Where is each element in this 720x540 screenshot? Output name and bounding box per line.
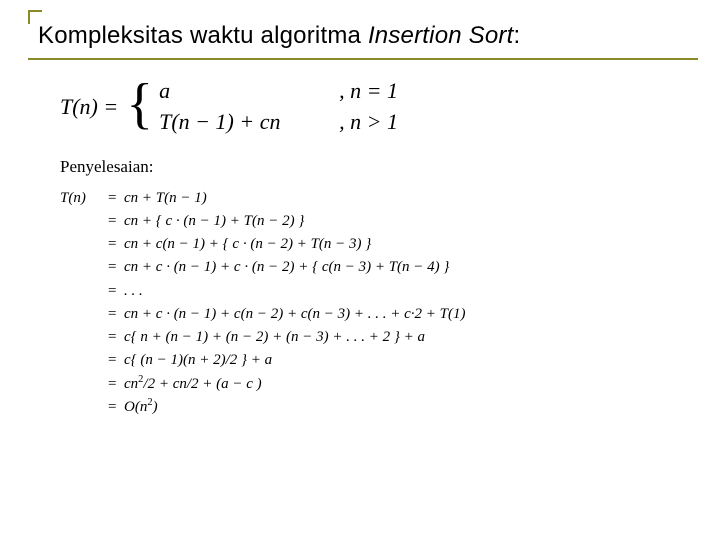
deriv-rhs: cn + c · (n − 1) + c · (n − 2) + { c(n −… <box>124 256 449 279</box>
deriv-row: = O(n2) <box>60 396 680 419</box>
deriv-rhs: cn + { c · (n − 1) + T(n − 2) } <box>124 210 304 233</box>
deriv-row: = cn + c(n − 1) + { c · (n − 2) + T(n − … <box>60 233 680 256</box>
deriv-rhs: c{ (n − 1)(n + 2)/2 } + a <box>124 349 272 372</box>
case-cond: , n > 1 <box>339 109 398 134</box>
deriv-row: T(n) = cn + T(n − 1) <box>60 187 680 210</box>
case-expr: T(n − 1) + cn <box>159 109 339 134</box>
brace-icon: { <box>126 79 153 129</box>
deriv-rhs-squared: cn2/2 + cn/2 + (a − c ) <box>124 373 262 396</box>
equals-sign: = <box>108 349 124 372</box>
deriv-rhs: c{ n + (n − 1) + (n − 2) + (n − 3) + . .… <box>124 326 425 349</box>
deriv-rhs: cn + c · (n − 1) + c(n − 2) + c(n − 3) +… <box>124 303 465 326</box>
equals-sign: = <box>108 326 124 349</box>
title-underline <box>28 58 698 60</box>
deriv-rhs-bigO: O(n2) <box>124 396 158 419</box>
deriv-row: = cn + c · (n − 1) + c(n − 2) + c(n − 3)… <box>60 303 680 326</box>
slide-body: T(n) = { a , n = 1 T(n − 1) + cn , n > 1… <box>60 78 680 419</box>
case-cond: , n = 1 <box>339 78 398 103</box>
deriv-row: = . . . <box>60 280 680 303</box>
deriv-row: = cn + c · (n − 1) + c · (n − 2) + { c(n… <box>60 256 680 279</box>
deriv-row: = cn + { c · (n − 1) + T(n − 2) } <box>60 210 680 233</box>
deriv-rhs: . . . <box>124 280 143 303</box>
deriv-row: = c{ n + (n − 1) + (n − 2) + (n − 3) + .… <box>60 326 680 349</box>
deriv-rhs: cn + T(n − 1) <box>124 187 207 210</box>
piecewise-cases: a , n = 1 T(n − 1) + cn , n > 1 <box>159 78 398 135</box>
title-tail: : <box>513 22 520 49</box>
derivation: T(n) = cn + T(n − 1) = cn + { c · (n − 1… <box>60 187 680 420</box>
equals-sign: = <box>108 256 124 279</box>
case-row: a , n = 1 <box>159 78 398 103</box>
equals-sign: = <box>108 303 124 326</box>
deriv-rhs: cn + c(n − 1) + { c · (n − 2) + T(n − 3)… <box>124 233 371 256</box>
piecewise-definition: T(n) = { a , n = 1 T(n − 1) + cn , n > 1 <box>60 78 680 135</box>
equals-sign: = <box>108 280 124 303</box>
equals-sign: = <box>108 187 124 210</box>
case-row: T(n − 1) + cn , n > 1 <box>159 109 398 134</box>
solution-heading: Penyelesaian: <box>60 157 680 177</box>
equals-sign: = <box>108 233 124 256</box>
deriv-lhs: T(n) <box>60 187 108 210</box>
equals-sign: = <box>108 396 124 419</box>
case-expr: a <box>159 78 339 103</box>
title-plain: Kompleksitas waktu algoritma <box>38 22 368 49</box>
slide-title: Kompleksitas waktu algoritma Insertion S… <box>38 22 520 50</box>
equals-sign: = <box>108 210 124 233</box>
equals-sign: = <box>108 373 124 396</box>
deriv-row: = c{ (n − 1)(n + 2)/2 } + a <box>60 349 680 372</box>
title-emph: Insertion Sort <box>368 22 514 49</box>
piecewise-lhs: T(n) = <box>60 94 118 119</box>
deriv-row: = cn2/2 + cn/2 + (a − c ) <box>60 373 680 396</box>
